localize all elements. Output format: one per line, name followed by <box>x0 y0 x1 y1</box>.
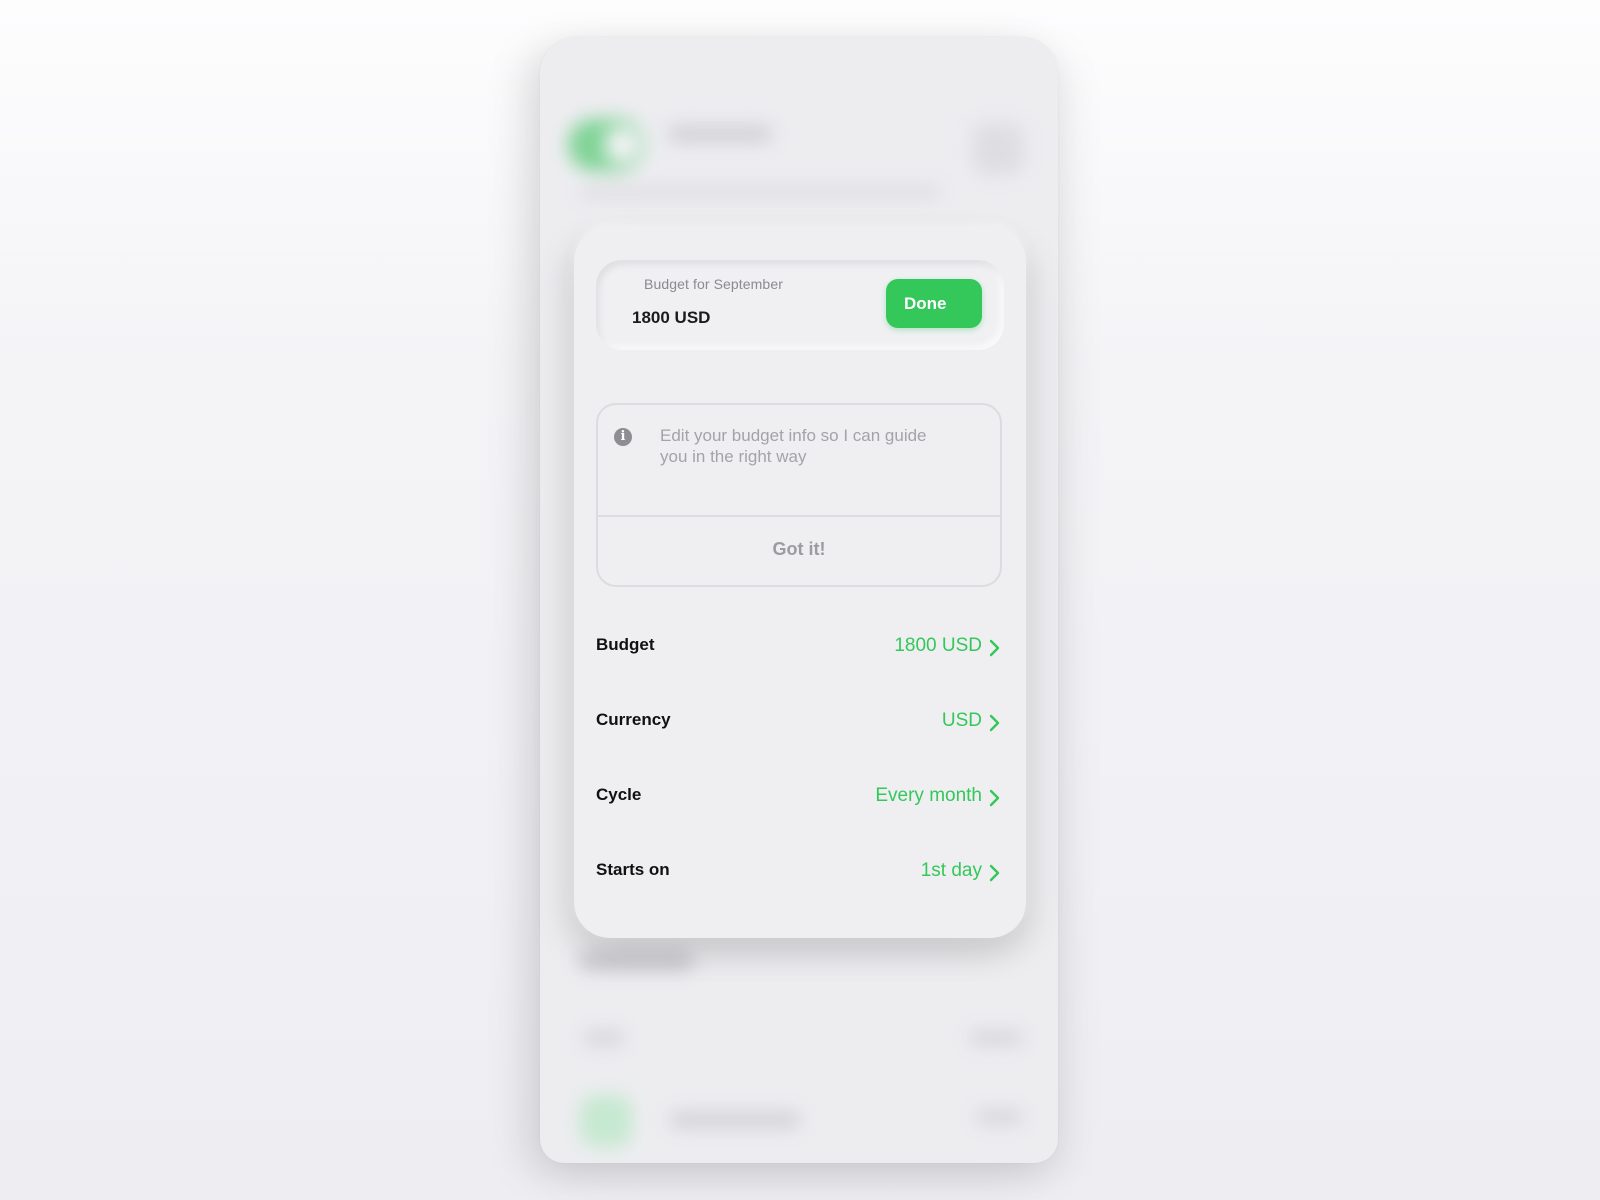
budget-field-label: Budget for September <box>644 276 783 292</box>
got-it-button[interactable]: Got it! <box>598 517 1000 585</box>
settings-row-value: USD <box>941 710 982 731</box>
settings-row-label: Budget <box>596 635 655 654</box>
settings-row-value: Every month <box>875 785 982 806</box>
blurred-avatar <box>568 119 644 171</box>
settings-row-currency[interactable]: Currency USD <box>596 702 1004 742</box>
blurred-button <box>972 123 1024 175</box>
chevron-right-icon <box>989 639 1000 657</box>
settings-row-budget[interactable]: Budget 1800 USD <box>596 627 1004 667</box>
settings-row-label: Cycle <box>596 785 642 804</box>
settings-row-value: 1800 USD <box>894 635 982 656</box>
budget-settings-card: Budget for September 1800 USD Done i Edi… <box>574 226 1026 938</box>
budget-field-value[interactable]: 1800 USD <box>632 308 710 328</box>
chevron-right-icon <box>989 864 1000 882</box>
budget-input-field[interactable]: Budget for September 1800 USD Done <box>596 260 1004 350</box>
blurred-list-value <box>976 1111 1022 1123</box>
settings-row-label: Starts on <box>596 860 670 879</box>
blurred-list-title <box>670 1113 800 1127</box>
blurred-section-heading <box>578 952 694 970</box>
blurred-list-icon <box>580 1095 632 1147</box>
settings-row-value: 1st day <box>920 860 982 881</box>
info-icon: i <box>614 428 632 446</box>
blurred-title <box>668 127 772 141</box>
settings-row-starts-on[interactable]: Starts on 1st day <box>596 852 1004 892</box>
info-message: Edit your budget info so I can guide you… <box>660 426 927 466</box>
blurred-row-label <box>584 1032 624 1044</box>
chevron-right-icon <box>989 789 1000 807</box>
settings-row-label: Currency <box>596 710 671 729</box>
settings-row-cycle[interactable]: Cycle Every month <box>596 777 1004 817</box>
done-button[interactable]: Done <box>886 279 982 328</box>
blurred-row-value <box>970 1032 1022 1044</box>
chevron-right-icon <box>989 714 1000 732</box>
info-tip-box: i Edit your budget info so I can guide y… <box>596 403 1002 587</box>
blurred-subtitle <box>580 187 940 197</box>
